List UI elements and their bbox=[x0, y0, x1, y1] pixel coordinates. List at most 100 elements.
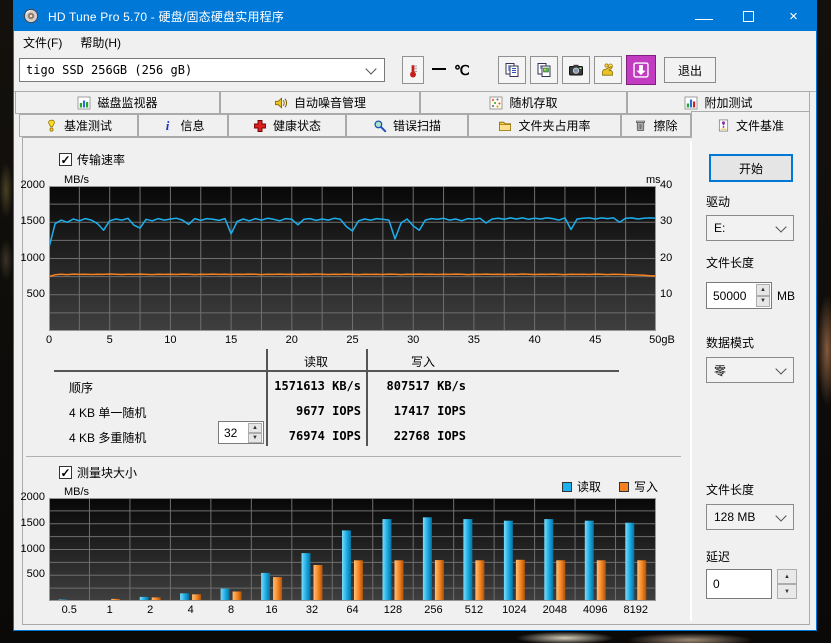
data-mode-value: 零 bbox=[714, 363, 727, 378]
block-size-checkbox[interactable]: ✓ 测量块大小 bbox=[59, 464, 137, 481]
spin-up-icon[interactable]: ▲ bbox=[756, 284, 770, 296]
download-button[interactable] bbox=[626, 55, 656, 85]
drive-combobox[interactable]: E: bbox=[706, 215, 794, 241]
thermometer-icon bbox=[410, 64, 417, 77]
temperature-button[interactable] bbox=[402, 56, 424, 84]
minimize-icon bbox=[694, 18, 713, 20]
tab-label: 信息 bbox=[180, 119, 205, 133]
row-sequential-write: 807517 KB/s bbox=[386, 379, 466, 393]
row-4k-multi-read: 76974 IOPS bbox=[288, 429, 361, 443]
drive-select[interactable]: tigo SSD 256GB (256 gB) bbox=[19, 58, 385, 82]
toolbar: tigo SSD 256GB (256 gB) ℃ 退出 bbox=[14, 53, 816, 92]
menu-bar: 文件(F) 帮助(H) bbox=[14, 31, 816, 53]
table-write-header: 写入 bbox=[410, 355, 435, 369]
delay-label: 延迟 bbox=[706, 550, 731, 564]
donate-button[interactable] bbox=[594, 56, 622, 84]
random-dots-icon bbox=[490, 96, 503, 109]
table-header-rule bbox=[54, 370, 619, 372]
drive-select-value: tigo SSD 256GB (256 gB) bbox=[26, 63, 193, 77]
download-icon bbox=[633, 62, 649, 78]
tab-label: 随机存取 bbox=[509, 96, 558, 110]
file-length-value: 50000 bbox=[713, 288, 747, 303]
svg-text:i: i bbox=[166, 119, 170, 132]
screen: HD Tune Pro 5.70 - 硬盘/固态硬盘实用程序 × 文件(F) 帮… bbox=[0, 0, 831, 643]
file-length2-label: 文件长度 bbox=[706, 483, 755, 497]
data-mode-combobox[interactable]: 零 bbox=[706, 357, 794, 383]
minimize-button[interactable] bbox=[681, 1, 726, 31]
tab-file-benchmark[interactable]: 文件基准 bbox=[691, 111, 810, 138]
checkbox-checked-icon: ✓ bbox=[59, 465, 72, 480]
legend-read-label: 读取 bbox=[577, 480, 602, 494]
row-4k-multi-label: 4 KB 多重随机 bbox=[69, 431, 147, 445]
drive-label: 驱动 bbox=[706, 195, 731, 209]
spin-up-icon[interactable]: ▲ bbox=[777, 569, 797, 584]
block-size-chart bbox=[49, 498, 656, 601]
tab-random-access[interactable]: 随机存取 bbox=[420, 91, 627, 114]
extra-tests-icon bbox=[685, 96, 698, 109]
window-title: HD Tune Pro 5.70 - 硬盘/固态硬盘实用程序 bbox=[48, 9, 285, 24]
panel-separator bbox=[690, 141, 692, 621]
tab-label: 自动噪音管理 bbox=[293, 96, 366, 110]
data-mode-label: 数据模式 bbox=[706, 336, 755, 350]
screenshot-button[interactable] bbox=[562, 56, 590, 84]
tab-label: 文件基准 bbox=[735, 118, 784, 133]
delay-input[interactable]: 0 bbox=[706, 569, 772, 599]
tab-label: 基准测试 bbox=[63, 119, 112, 133]
tab-label: 文件夹占用率 bbox=[518, 119, 591, 133]
transfer-rate-checkbox[interactable]: ✓ 传输速率 bbox=[59, 151, 125, 168]
hand-coins-icon bbox=[602, 63, 613, 76]
row-4k-single-read: 9677 IOPS bbox=[295, 404, 361, 418]
tab-auto-noise[interactable]: 自动噪音管理 bbox=[220, 91, 420, 114]
close-button[interactable]: × bbox=[771, 1, 816, 31]
tab-erase[interactable]: 擦除 bbox=[621, 114, 691, 137]
folder-icon bbox=[499, 121, 512, 131]
delay-spinner: ▲ ▼ bbox=[777, 569, 797, 599]
file-length2-value: 128 MB bbox=[714, 510, 756, 524]
copy-image-button[interactable] bbox=[530, 56, 558, 84]
block-size-label: 测量块大小 bbox=[77, 466, 138, 480]
exit-button-label: 退出 bbox=[677, 63, 702, 78]
exit-button[interactable]: 退出 bbox=[664, 57, 716, 83]
menu-file[interactable]: 文件(F) bbox=[14, 31, 71, 53]
tab-label: 错误扫描 bbox=[392, 119, 441, 133]
tab-error-scan[interactable]: 错误扫描 bbox=[346, 114, 468, 137]
tab-label: 健康状态 bbox=[272, 119, 321, 133]
copy-text-icon bbox=[505, 63, 519, 77]
file-length-spinner[interactable]: 50000 ▲ ▼ bbox=[706, 282, 772, 309]
file-length2-combobox[interactable]: 128 MB bbox=[706, 504, 794, 530]
menu-help[interactable]: 帮助(H) bbox=[71, 31, 130, 53]
tab-benchmark[interactable]: 基准测试 bbox=[19, 114, 138, 137]
legend-write-swatch bbox=[619, 481, 629, 492]
spin-down-icon[interactable]: ▼ bbox=[756, 295, 770, 307]
queue-depth-spinner[interactable]: 32 ▲ ▼ bbox=[218, 421, 264, 444]
start-button[interactable]: 开始 bbox=[709, 154, 793, 182]
tab-info[interactable]: i 信息 bbox=[138, 114, 228, 137]
legend-write-label: 写入 bbox=[634, 480, 659, 494]
benchmark-icon bbox=[48, 119, 55, 132]
legend-read-swatch bbox=[562, 481, 572, 492]
tab-label: 附加测试 bbox=[704, 96, 753, 110]
maximize-button[interactable] bbox=[726, 1, 771, 31]
copy-image-icon bbox=[537, 63, 551, 77]
row-sequential-label: 顺序 bbox=[69, 381, 94, 395]
file-length-unit: MB bbox=[777, 289, 795, 303]
row-4k-single-write: 17417 IOPS bbox=[393, 404, 466, 418]
maximize-icon bbox=[743, 10, 754, 22]
spin-up-icon[interactable]: ▲ bbox=[248, 423, 262, 433]
spin-down-icon[interactable]: ▼ bbox=[248, 433, 262, 443]
temperature-unit: ℃ bbox=[454, 62, 470, 78]
tab-health[interactable]: 健康状态 bbox=[228, 114, 346, 137]
info-icon: i bbox=[166, 119, 170, 132]
tab-disk-monitor[interactable]: 磁盘监视器 bbox=[15, 91, 220, 114]
disk-monitor-icon bbox=[78, 96, 91, 109]
spin-down-icon[interactable]: ▼ bbox=[777, 584, 797, 599]
tab-label: 磁盘监视器 bbox=[97, 96, 158, 110]
drive-combobox-value: E: bbox=[714, 221, 726, 235]
tab-label: 擦除 bbox=[653, 119, 678, 133]
legend-read: 读取 bbox=[562, 478, 601, 495]
copy-text-button[interactable] bbox=[498, 56, 526, 84]
health-cross-icon bbox=[254, 119, 266, 132]
close-icon: × bbox=[789, 7, 798, 25]
trash-icon bbox=[636, 120, 646, 131]
tab-folder-usage[interactable]: 文件夹占用率 bbox=[468, 114, 621, 137]
